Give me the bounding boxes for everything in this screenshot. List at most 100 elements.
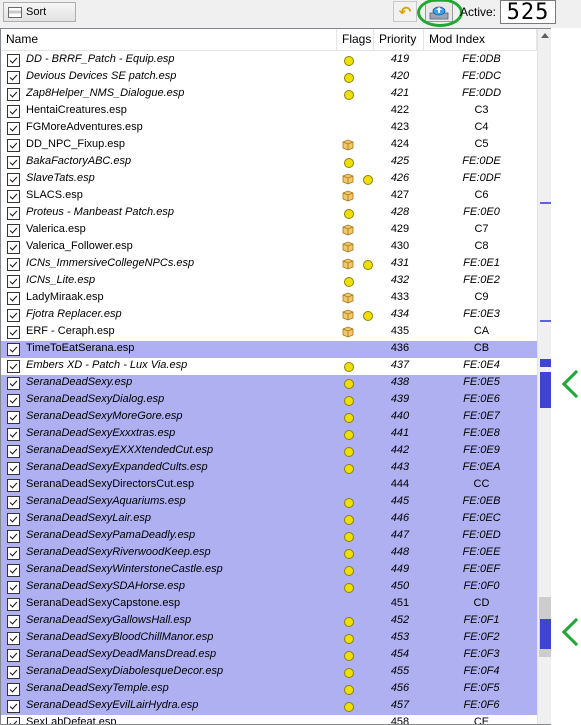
enabled-checkbox[interactable] bbox=[7, 445, 20, 458]
enabled-checkbox[interactable] bbox=[7, 547, 20, 560]
list-item[interactable]: Embers XD - Patch - Lux Via.esp 437 FE:0E4 bbox=[1, 358, 537, 375]
mod-list[interactable]: Name Flags Priority Mod Index DD - BRRF_… bbox=[0, 28, 551, 725]
enabled-checkbox[interactable] bbox=[7, 683, 20, 696]
list-item[interactable]: SexLabDefeat.esp 458 CE bbox=[1, 715, 537, 724]
list-item[interactable]: SeranaDeadSexyExpandedCults.esp 443 FE:0EA bbox=[1, 460, 537, 477]
list-item[interactable]: ERF - Ceraph.esp 435 CA bbox=[1, 324, 537, 341]
enabled-checkbox[interactable] bbox=[7, 700, 20, 713]
mod-index-value: FE:0E3 bbox=[463, 308, 500, 320]
enabled-checkbox[interactable] bbox=[7, 156, 20, 169]
enabled-checkbox[interactable] bbox=[7, 292, 20, 305]
enabled-checkbox[interactable] bbox=[7, 717, 20, 724]
list-item[interactable]: SeranaDeadSexyWinterstoneCastle.esp 449 FE… bbox=[1, 562, 537, 579]
priority-value: 421 bbox=[390, 87, 410, 99]
enabled-checkbox[interactable] bbox=[7, 190, 20, 203]
column-header-priority[interactable]: Priority bbox=[374, 29, 424, 51]
list-item[interactable]: SeranaDeadSexyAquariums.esp 445 FE:0EB bbox=[1, 494, 537, 511]
yellow-circle-icon bbox=[344, 532, 354, 542]
sort-button[interactable]: Sort bbox=[3, 2, 76, 22]
mod-name: DD_NPC_Fixup.esp bbox=[26, 138, 126, 150]
vertical-scrollbar[interactable] bbox=[537, 29, 551, 724]
list-item[interactable]: SeranaDeadSexyEXXXtendedCut.esp 442 FE:0E9 bbox=[1, 443, 537, 460]
list-item[interactable]: Zap8Helper_NMS_Dialogue.esp 421 FE:0DD bbox=[1, 86, 537, 103]
enabled-checkbox[interactable] bbox=[7, 462, 20, 475]
enabled-checkbox[interactable] bbox=[7, 139, 20, 152]
enabled-checkbox[interactable] bbox=[7, 241, 20, 254]
enabled-checkbox[interactable] bbox=[7, 122, 20, 135]
enabled-checkbox[interactable] bbox=[7, 54, 20, 67]
enabled-checkbox[interactable] bbox=[7, 598, 20, 611]
enabled-checkbox[interactable] bbox=[7, 224, 20, 237]
enabled-checkbox[interactable] bbox=[7, 428, 20, 441]
list-item[interactable]: TimeToEatSerana.esp 436 CB bbox=[1, 341, 537, 358]
list-item[interactable]: SeranaDeadSexySDAHorse.esp 450 FE:0F0 bbox=[1, 579, 537, 596]
enabled-checkbox[interactable] bbox=[7, 326, 20, 339]
list-item[interactable]: Proteus - Manbeast Patch.esp 428 FE:0E0 bbox=[1, 205, 537, 222]
enabled-checkbox[interactable] bbox=[7, 632, 20, 645]
enabled-checkbox[interactable] bbox=[7, 105, 20, 118]
enabled-checkbox[interactable] bbox=[7, 309, 20, 322]
list-item[interactable]: SeranaDeadSexyRiverwoodKeep.esp 448 FE:0EE bbox=[1, 545, 537, 562]
list-item[interactable]: SeranaDeadSexyDialog.esp 439 FE:0E6 bbox=[1, 392, 537, 409]
list-item[interactable]: SeranaDeadSexyExxxtras.esp 441 FE:0E8 bbox=[1, 426, 537, 443]
list-item[interactable]: SeranaDeadSexyMoreGore.esp 440 FE:0E7 bbox=[1, 409, 537, 426]
enabled-checkbox[interactable] bbox=[7, 207, 20, 220]
column-header-name[interactable]: Name bbox=[1, 29, 337, 51]
scroll-up-icon[interactable] bbox=[541, 33, 549, 38]
enabled-checkbox[interactable] bbox=[7, 88, 20, 101]
list-item[interactable]: SeranaDeadSexyEvilLairHydra.esp 457 FE:0F6 bbox=[1, 698, 537, 715]
list-item[interactable]: Valerica_Follower.esp 430 C8 bbox=[1, 239, 537, 256]
list-item[interactable]: BakaFactoryABC.esp 425 FE:0DE bbox=[1, 154, 537, 171]
list-item[interactable]: SeranaDeadSexyDiabolesqueDecor.esp 455 FE:… bbox=[1, 664, 537, 681]
column-header-mod-index[interactable]: Mod Index bbox=[424, 29, 537, 51]
list-item[interactable]: Fjotra Replacer.esp 434 FE:0E3 bbox=[1, 307, 537, 324]
list-item[interactable]: SlaveTats.esp 426 FE:0DF bbox=[1, 171, 537, 188]
priority-value: 455 bbox=[390, 665, 410, 677]
enabled-checkbox[interactable] bbox=[7, 258, 20, 271]
list-item[interactable]: SeranaDeadSexyLair.esp 446 FE:0EC bbox=[1, 511, 537, 528]
column-header-flags[interactable]: Flags bbox=[337, 29, 374, 51]
list-item[interactable]: SeranaDeadSexyGallowsHall.esp 452 FE:0F1 bbox=[1, 613, 537, 630]
enabled-checkbox[interactable] bbox=[7, 71, 20, 84]
enabled-checkbox[interactable] bbox=[7, 343, 20, 356]
mod-index-value: CB bbox=[473, 342, 490, 354]
enabled-checkbox[interactable] bbox=[7, 530, 20, 543]
list-item[interactable]: ICNs_ImmersiveCollegeNPCs.esp 431 FE:0E1 bbox=[1, 256, 537, 273]
list-item[interactable]: SLACS.esp 427 C6 bbox=[1, 188, 537, 205]
list-item[interactable]: SeranaDeadSexyBloodChillManor.esp 453 FE:0… bbox=[1, 630, 537, 647]
scroll-marker bbox=[540, 202, 551, 204]
list-item[interactable]: SeranaDeadSexyPamaDeadly.esp 447 FE:0ED bbox=[1, 528, 537, 545]
list-item[interactable]: SeranaDeadSexyDeadMansDread.esp 454 FE:0F3 bbox=[1, 647, 537, 664]
enabled-checkbox[interactable] bbox=[7, 581, 20, 594]
enabled-checkbox[interactable] bbox=[7, 479, 20, 492]
list-item[interactable]: DD_NPC_Fixup.esp 424 C5 bbox=[1, 137, 537, 154]
enabled-checkbox[interactable] bbox=[7, 360, 20, 373]
enabled-checkbox[interactable] bbox=[7, 649, 20, 662]
list-item[interactable]: SeranaDeadSexyDirectorsCut.esp 444 CC bbox=[1, 477, 537, 494]
list-item[interactable]: LadyMiraak.esp 433 C9 bbox=[1, 290, 537, 307]
mod-index-value: CC bbox=[473, 478, 490, 490]
list-item[interactable]: DD - BRRF_Patch - Equip.esp 419 FE:0DB bbox=[1, 52, 537, 69]
list-item[interactable]: SeranaDeadSexyCapstone.esp 451 CD bbox=[1, 596, 537, 613]
list-item[interactable]: SeranaDeadSexy.esp 438 FE:0E5 bbox=[1, 375, 537, 392]
list-item[interactable]: ICNs_Lite.esp 432 FE:0E2 bbox=[1, 273, 537, 290]
mod-index-value: FE:0DB bbox=[462, 53, 501, 65]
enabled-checkbox[interactable] bbox=[7, 377, 20, 390]
list-item[interactable]: Devious Devices SE patch.esp 420 FE:0DC bbox=[1, 69, 537, 86]
enabled-checkbox[interactable] bbox=[7, 496, 20, 509]
list-item[interactable]: SeranaDeadSexyTemple.esp 456 FE:0F5 bbox=[1, 681, 537, 698]
priority-value: 447 bbox=[390, 529, 410, 541]
enabled-checkbox[interactable] bbox=[7, 513, 20, 526]
enabled-checkbox[interactable] bbox=[7, 615, 20, 628]
list-item[interactable]: FGMoreAdventures.esp 423 C4 bbox=[1, 120, 537, 137]
undo-button[interactable]: ↶ bbox=[393, 1, 417, 22]
enabled-checkbox[interactable] bbox=[7, 411, 20, 424]
list-item[interactable]: HentaiCreatures.esp 422 C3 bbox=[1, 103, 537, 120]
list-item[interactable]: Valerica.esp 429 C7 bbox=[1, 222, 537, 239]
enabled-checkbox[interactable] bbox=[7, 173, 20, 186]
enabled-checkbox[interactable] bbox=[7, 394, 20, 407]
mod-name: SLACS.esp bbox=[26, 189, 83, 201]
enabled-checkbox[interactable] bbox=[7, 564, 20, 577]
enabled-checkbox[interactable] bbox=[7, 666, 20, 679]
enabled-checkbox[interactable] bbox=[7, 275, 20, 288]
